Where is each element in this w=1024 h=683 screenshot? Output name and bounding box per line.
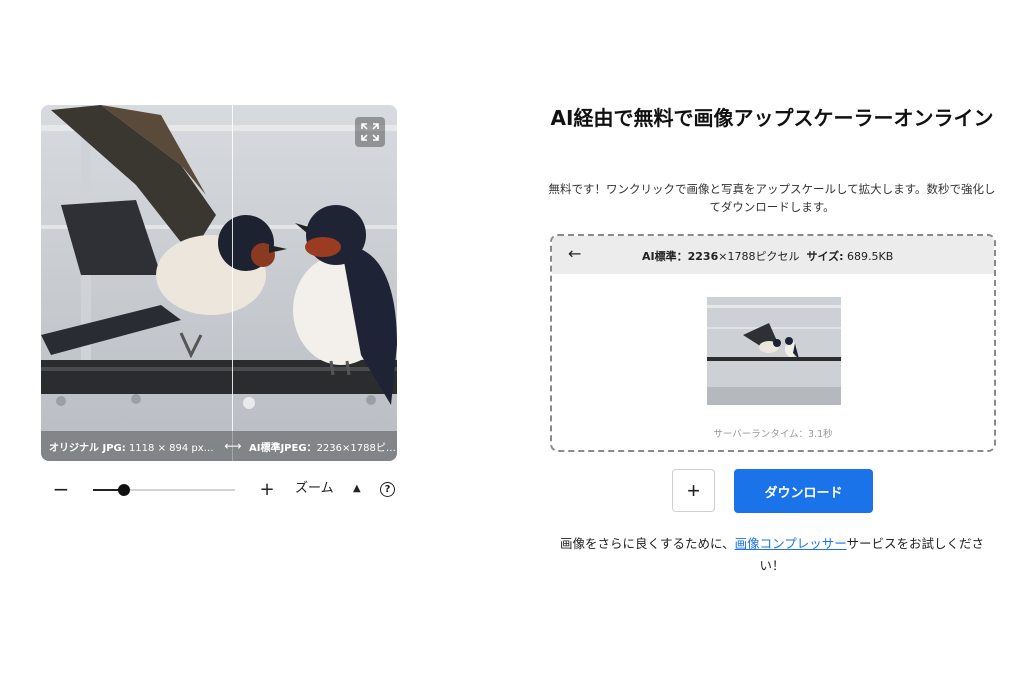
compare-divider-handle[interactable] [232, 105, 233, 461]
result-info: AI標準：2236×1788ピクセル サイズ: 689.5KB [642, 250, 894, 263]
compare-arrows-icon: ⟷ [224, 439, 242, 453]
download-button[interactable]: ダウンロード [734, 469, 873, 513]
compressor-note: 画像をさらに良くするために、画像コンプレッサーサービスをお試しください！ [559, 536, 985, 573]
zoom-slider[interactable] [93, 484, 235, 496]
server-runtime: サーバーランタイム：3.1秒 [713, 429, 833, 440]
zoom-controls: − + ズーム ▲ ? [41, 477, 397, 503]
image-compare-viewer[interactable]: オリジナル JPG: 1118 × 894 px… ⟷ AI標準JPEG：223… [41, 105, 397, 461]
swallows-photo [41, 105, 397, 461]
original-caption: オリジナル JPG: 1118 × 894 px… [49, 442, 214, 454]
result-thumbnail [707, 297, 841, 405]
fullscreen-button[interactable] [355, 117, 385, 147]
zoom-caret-icon[interactable]: ▲ [353, 477, 361, 501]
page-title: AI経由で無料で画像アップスケーラーオンライン [550, 106, 994, 130]
zoom-out-button[interactable]: − [51, 477, 71, 503]
upscaled-caption: AI標準JPEG：2236×1788ピ… [249, 442, 395, 454]
expand-icon [361, 123, 379, 141]
result-header: ← AI標準：2236×1788ピクセル サイズ: 689.5KB [552, 236, 994, 274]
zoom-slider-knob[interactable] [118, 484, 131, 496]
back-arrow-icon[interactable]: ← [568, 244, 581, 263]
result-card: ← AI標準：2236×1788ピクセル サイズ: 689.5KB サーバーラン… [550, 234, 996, 452]
help-icon[interactable]: ? [380, 482, 395, 497]
page-description: 無料です！ワンクリックで画像と写真をアップスケールして拡大します。数秒で強化して… [548, 182, 996, 214]
zoom-label: ズーム [295, 481, 334, 496]
comparison-captions: オリジナル JPG: 1118 × 894 px… ⟷ AI標準JPEG：223… [41, 431, 397, 461]
zoom-in-button[interactable]: + [257, 477, 277, 503]
add-image-button[interactable]: + [672, 469, 715, 512]
compressor-link[interactable]: 画像コンプレッサー [735, 536, 847, 551]
